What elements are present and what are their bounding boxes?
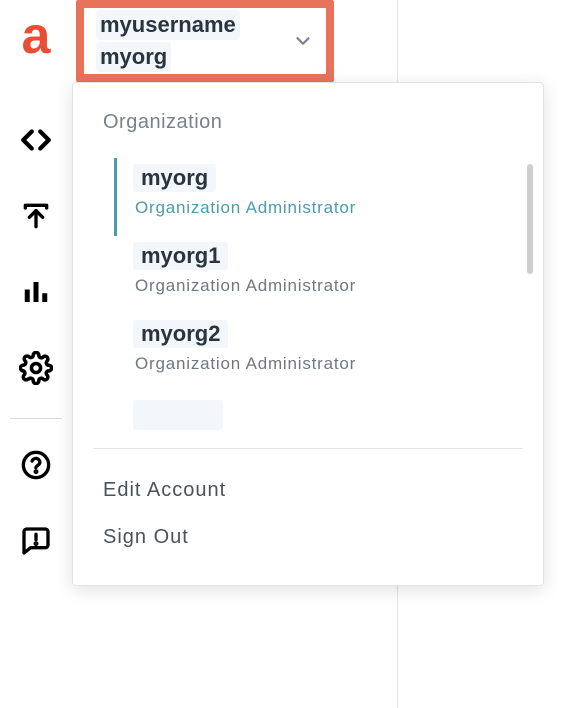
chevron-down-icon [292,30,314,52]
org-item-myorg[interactable]: myorg Organization Administrator [114,158,525,236]
edit-account-action[interactable]: Edit Account [73,467,543,514]
dropdown-section-title: Organization [73,111,543,158]
code-icon [19,123,53,157]
org-item-placeholder [133,400,223,430]
org-role: Organization Administrator [133,276,525,296]
nav-feedback[interactable] [18,523,54,559]
upload-icon [20,200,52,232]
org-name: myorg1 [133,242,228,270]
org-item-myorg1[interactable]: myorg1 Organization Administrator [73,236,525,314]
account-dropdown: Organization myorg Organization Administ… [72,82,544,586]
gear-icon [19,351,53,385]
org-role: Organization Administrator [133,354,525,374]
app-logo: a [22,12,51,60]
header-username: myusername [96,10,240,40]
account-info: myusername myorg [96,10,240,71]
org-role: Organization Administrator [133,198,525,218]
org-name: myorg2 [133,320,228,348]
account-switcher-trigger[interactable]: myusername myorg [76,0,334,82]
scrollbar-thumb[interactable] [527,164,533,274]
nav-upload[interactable] [18,198,54,234]
org-name: myorg [133,164,216,192]
nav-divider [10,418,62,419]
dropdown-divider [93,448,523,449]
org-list: myorg Organization Administrator myorg1 … [73,158,543,430]
nav-settings[interactable] [18,350,54,386]
nav-analytics[interactable] [18,274,54,310]
bar-chart-icon [21,277,51,307]
left-nav-rail: a [0,0,72,708]
feedback-icon [20,525,52,557]
help-icon [20,449,52,481]
header-org: myorg [96,42,171,72]
nav-code[interactable] [18,122,54,158]
org-item-myorg2[interactable]: myorg2 Organization Administrator [73,314,525,392]
nav-help[interactable] [18,447,54,483]
sign-out-action[interactable]: Sign Out [73,514,543,561]
